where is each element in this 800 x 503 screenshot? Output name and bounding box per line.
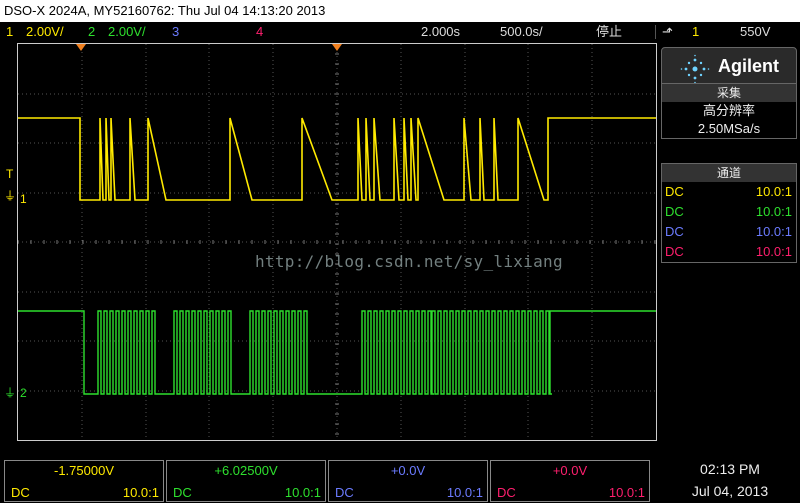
watermark-text: http://blog.csdn.net/sy_lixiang [255,252,563,271]
acquisition-panel[interactable]: 采集 高分辨率 2.50MSa/s [661,83,797,139]
waveform-display[interactable] [17,43,657,441]
ch2-number[interactable]: 2 [88,22,95,42]
ch4-coupling: DC [665,244,684,259]
ch4-offset: +0.0V [552,463,588,478]
window-title-bar: DSO-X 2024A, MY52160762: Thu Jul 04 14:1… [0,0,800,22]
agilent-spark-icon [680,54,710,84]
channel-row-1[interactable]: DC 10.0:1 [662,182,796,202]
channels-header: 通道 [662,164,796,182]
ch1-waveform [18,117,656,201]
channel-row-4[interactable]: DC 10.0:1 [662,242,796,262]
ch3-coupling: DC [665,224,684,239]
ch4-softkey[interactable]: +0.0V DC 10.0:1 [490,460,650,502]
trigger-slope-icon[interactable]: ⬏ [662,22,673,42]
trigger-channel[interactable]: 1 [692,22,699,42]
ch1-number[interactable]: 1 [6,22,13,42]
time-delay[interactable]: 2.000s [421,22,460,42]
ch4-probe: 10.0:1 [755,244,792,259]
ch3-number[interactable]: 3 [172,22,179,42]
ch2-probe: 10.0:1 [755,204,792,219]
ch3-offset: +0.0V [390,463,426,478]
sample-rate: 2.50MSa/s [697,121,761,136]
ch4-number[interactable]: 4 [256,22,263,42]
ch1-softkey-coupling: DC [11,485,30,500]
center-marker-icon [332,44,342,51]
ch4-softkey-probe: 10.0:1 [608,485,645,500]
window-title: DSO-X 2024A, MY52160762: Thu Jul 04 14:1… [4,3,326,18]
ch1-marker[interactable]: 1 [20,193,27,205]
waveform-svg [18,44,656,440]
ch4-softkey-coupling: DC [497,485,516,500]
ch1-probe: 10.0:1 [755,184,792,199]
ch2-ground-icon[interactable]: ⏚ [4,387,16,399]
ch2-softkey[interactable]: +6.02500V DC 10.0:1 [166,460,326,502]
channel-row-2[interactable]: DC 10.0:1 [662,202,796,222]
run-state[interactable]: 停止 [596,22,622,42]
clock: 02:13 PM Jul 04, 2013 [660,458,800,502]
trigger-marker[interactable]: T [6,168,13,180]
ch2-coupling: DC [665,204,684,219]
acquisition-mode: 高分辨率 [702,103,755,118]
side-panel: Agilent 采集 高分辨率 2.50MSa/s 通道 DC 10.0:1 D… [659,43,800,441]
acquisition-header: 采集 [662,84,796,102]
ch1-ground-icon[interactable]: ⏚ [4,190,16,202]
clock-time: 02:13 PM [700,461,760,477]
time-scale[interactable]: 500.0s/ [500,22,543,42]
ch2-offset: +6.02500V [214,463,278,478]
ch3-probe: 10.0:1 [755,224,792,239]
ch1-softkey[interactable]: -1.75000V DC 10.0:1 [4,460,164,502]
ch2-scale[interactable]: 2.00V/ [108,22,146,42]
trigger-level[interactable]: 550V [740,22,770,42]
ch2-marker[interactable]: 2 [20,387,27,399]
ch1-coupling: DC [665,184,684,199]
ch2-softkey-coupling: DC [173,485,192,500]
channel-row-3[interactable]: DC 10.0:1 [662,222,796,242]
clock-date: Jul 04, 2013 [691,483,769,499]
brand-name: Agilent [718,56,779,76]
trigger-position-icon [76,44,86,51]
channels-panel[interactable]: 通道 DC 10.0:1 DC 10.0:1 DC 10.0:1 DC 10.0… [661,163,797,263]
ch2-softkey-probe: 10.0:1 [284,485,321,500]
ch1-offset: -1.75000V [54,463,114,478]
ch3-softkey-probe: 10.0:1 [446,485,483,500]
ch1-softkey-probe: 10.0:1 [122,485,159,500]
ch3-softkey[interactable]: +0.0V DC 10.0:1 [328,460,488,502]
channel-softkeys: -1.75000V DC 10.0:1 +6.02500V DC 10.0:1 … [0,456,660,503]
ch3-softkey-coupling: DC [335,485,354,500]
ch1-scale[interactable]: 2.00V/ [26,22,64,42]
scope-top-bar: 1 2.00V/ 2 2.00V/ 3 4 2.000s 500.0s/ 停止 … [0,22,800,42]
